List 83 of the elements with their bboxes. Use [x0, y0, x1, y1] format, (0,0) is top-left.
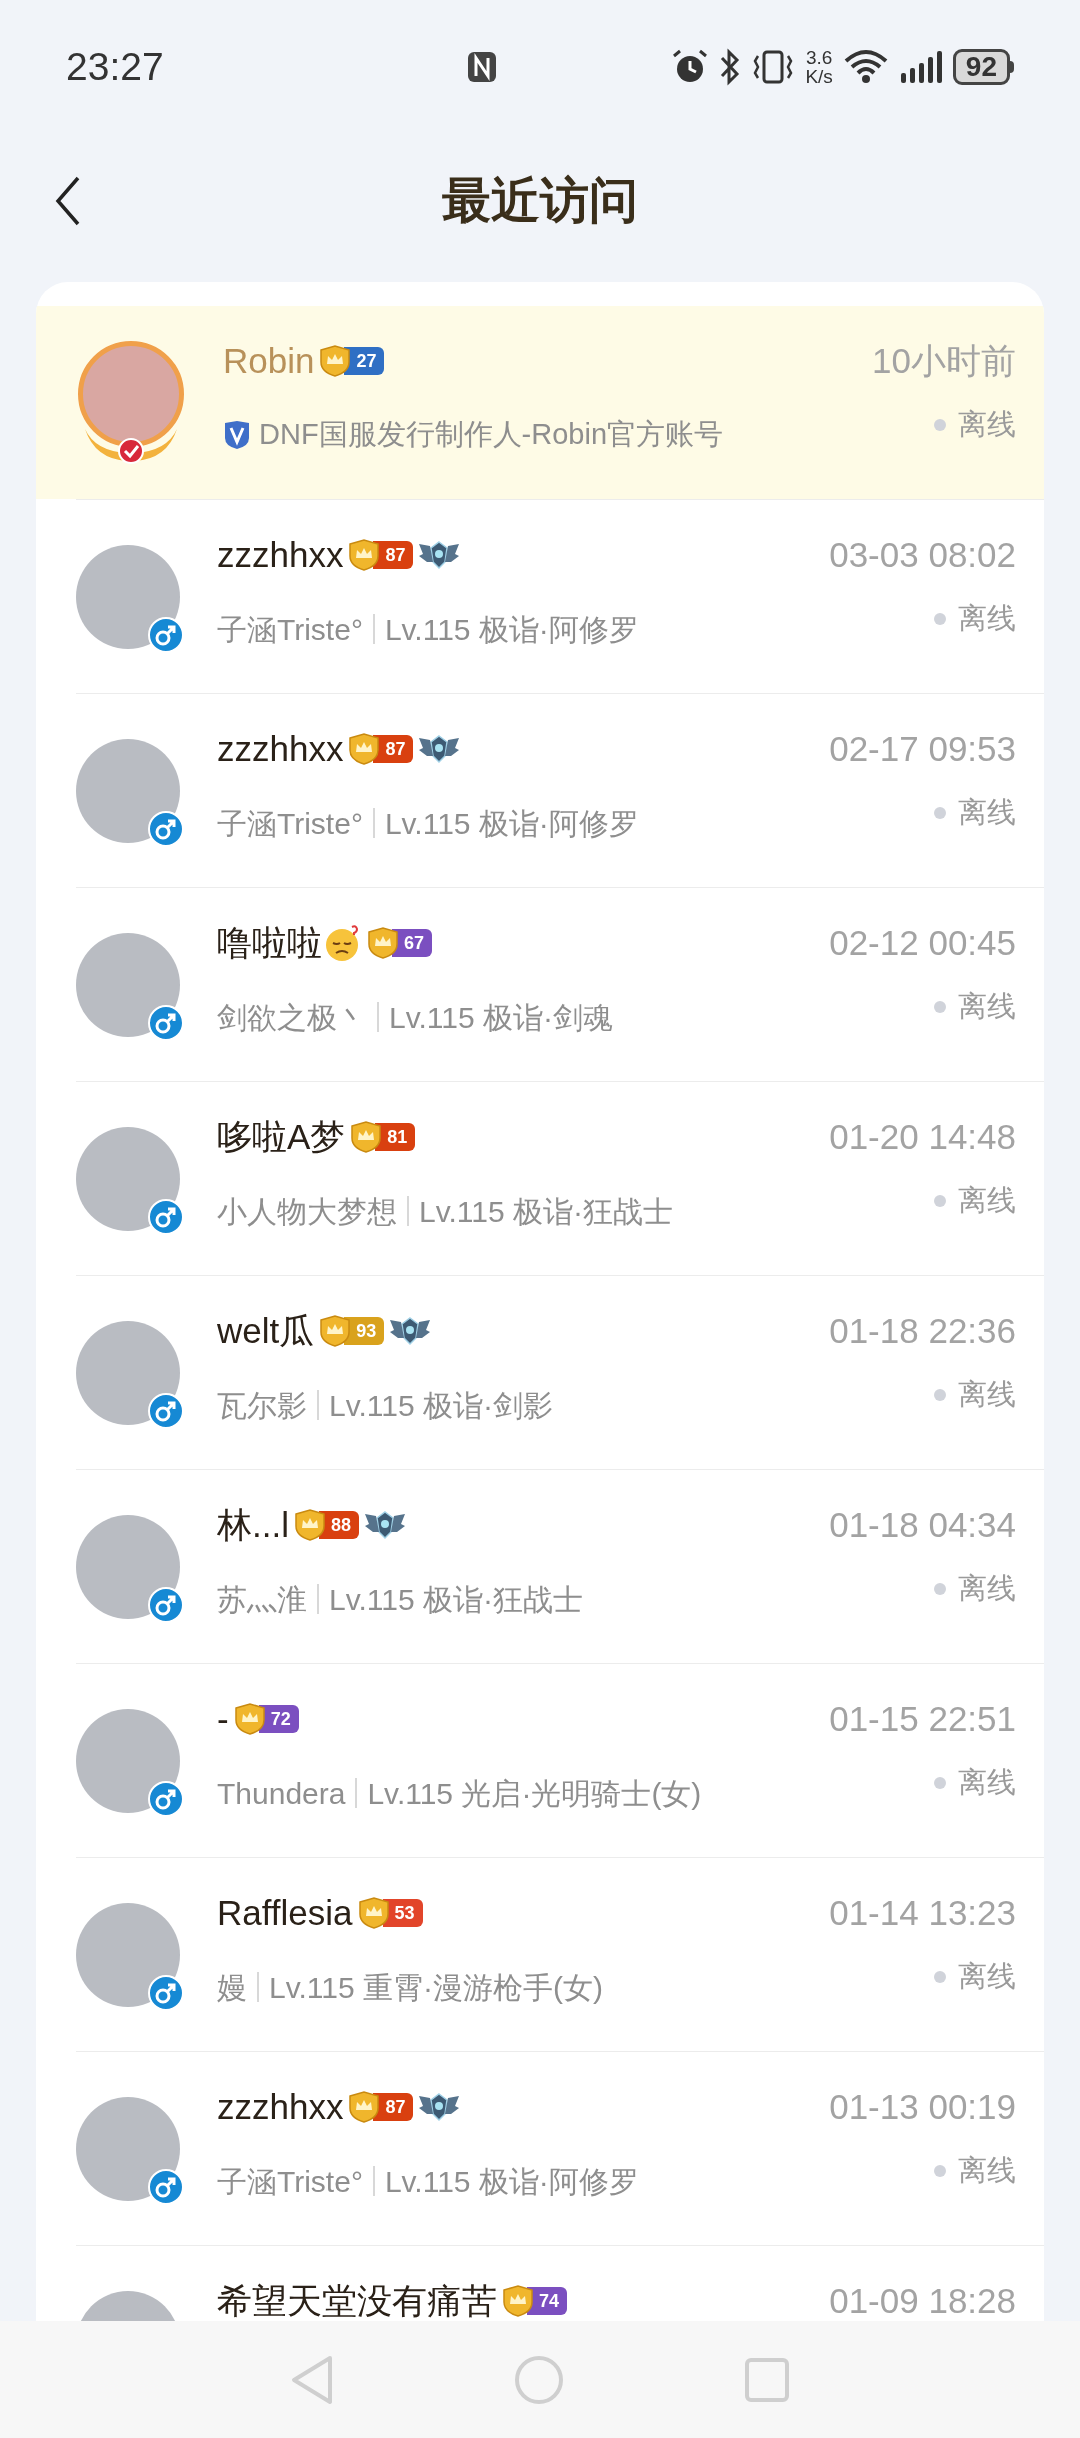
user-name: welt瓜	[217, 1309, 315, 1352]
character-class: Lv.115 极诣·阿修罗	[384, 611, 639, 648]
character-class: Lv.115 极诣·剑魂	[389, 999, 613, 1036]
speed-unit: K/s	[805, 67, 833, 86]
visitor-row[interactable]: zzzhhxx 87 子涵Triste° Lv.115 极诣·阿修罗 02-17 09:53 离线	[36, 694, 1044, 887]
visitor-row[interactable]: zzzhhxx 87 子涵Triste° Lv.115 极诣·阿修罗 01-13 00:19 离线	[36, 2052, 1044, 2245]
visitor-row[interactable]: welt瓜 93 瓦尔影 Lv.115 极诣·剑影 01-18 22:36 离线	[36, 1276, 1044, 1469]
visit-time: 01-20 14:48	[829, 1116, 1016, 1158]
status-label: 离线	[958, 1377, 1016, 1412]
visitor-row[interactable]: 噜啦啦 67 剑欲之极丶 Lv.115 极诣·剑魂 02-12 00:45 离线	[36, 888, 1044, 1081]
status-label: 离线	[958, 1183, 1016, 1218]
signal-icon	[898, 49, 943, 85]
visit-time: 01-13 00:19	[829, 2086, 1016, 2128]
character-nickname: 小人物大梦想	[217, 1193, 397, 1230]
clock: 23:27	[66, 43, 165, 90]
visitor-row[interactable]: 哆啦A梦 81 小人物大梦想 Lv.115 极诣·狂战士 01-20 14:48 离线	[36, 1082, 1044, 1275]
shield-icon	[501, 2284, 535, 2318]
user-name: 林...l	[217, 1503, 289, 1546]
visitor-row[interactable]: Rafflesia 53 嫚 Lv.115 重霄·漫游枪手(女) 01-14 13:23 离线	[36, 1858, 1044, 2051]
character-class: Lv.115 极诣·阿修罗	[384, 2163, 639, 2200]
shield-icon	[232, 1702, 267, 1736]
visit-time: 01-09 18:28	[829, 2280, 1016, 2321]
character-nickname: 子涵Triste°	[217, 805, 363, 842]
visit-time: 01-15 22:51	[829, 1698, 1016, 1740]
character-class: Lv.115 重霄·漫游枪手(女)	[269, 1969, 603, 2006]
character-nickname: 子涵Triste°	[217, 2163, 363, 2200]
visitor-row[interactable]: zzzhhxx 87 子涵Triste° Lv.115 极诣·阿修罗 03-03 08:02 离线	[36, 500, 1044, 693]
nfc-icon	[466, 50, 498, 84]
user-name: zzzhhxx	[217, 2085, 344, 2128]
visit-time: 01-14 13:23	[829, 1892, 1016, 1934]
character-nickname: 子涵Triste°	[217, 611, 363, 648]
shield-icon	[318, 1314, 353, 1348]
status-label: 离线	[958, 795, 1016, 830]
network-speed: 3.6	[805, 48, 833, 67]
user-name: 噜啦啦	[217, 921, 322, 964]
visit-time: 01-18 04:34	[829, 1504, 1016, 1546]
character-nickname: Thundera	[217, 1775, 346, 1812]
shield-icon	[347, 732, 382, 766]
shield-icon	[318, 344, 353, 378]
verified-shield-icon	[223, 420, 251, 450]
status-label: 离线	[958, 1571, 1016, 1606]
character-class: Lv.115 极诣·剑影	[329, 1387, 553, 1424]
shield-icon	[366, 926, 400, 960]
status-label: 离线	[958, 1959, 1016, 1994]
wifi-icon	[842, 49, 889, 85]
status-label: 离线	[958, 989, 1016, 1024]
status-label: 离线	[958, 407, 1016, 442]
character-class: Lv.115 极诣·狂战士	[419, 1193, 673, 1230]
account-description: DNF国服发行制作人-Robin官方账号	[259, 417, 724, 453]
shield-icon	[292, 1508, 327, 1542]
status-label: 离线	[958, 601, 1016, 636]
character-class: Lv.115 极诣·阿修罗	[384, 805, 639, 842]
back-icon[interactable]	[54, 175, 82, 227]
user-name: Robin	[223, 339, 315, 382]
status-label: 离线	[958, 2153, 1016, 2188]
bluetooth-icon	[719, 48, 742, 86]
user-name: zzzhhxx	[217, 533, 344, 576]
character-nickname: 瓦尔影	[217, 1387, 307, 1424]
visit-time: 10小时前	[872, 340, 1016, 382]
character-class: Lv.115 极诣·狂战士	[329, 1581, 583, 1618]
user-name: -	[217, 1697, 229, 1740]
visitor-row[interactable]: - 72 Thundera Lv.115 光启·光明骑士(女) 01-15 22:51 离线	[36, 1664, 1044, 1857]
visit-time: 02-12 00:45	[829, 922, 1016, 964]
highlighted-row[interactable]: Robin 27 DNF国服发行制作人-Robin官方账号 10小时前 离线	[36, 306, 1044, 499]
visit-time: 02-17 09:53	[829, 728, 1016, 770]
user-name: zzzhhxx	[217, 727, 344, 770]
visit-time: 01-18 22:36	[829, 1310, 1016, 1352]
shield-icon	[347, 538, 382, 572]
visit-time: 03-03 08:02	[829, 534, 1016, 576]
shield-icon	[347, 2090, 382, 2124]
user-name: 希望天堂没有痛苦	[217, 2279, 497, 2321]
shield-icon	[356, 1896, 391, 1930]
status-label: 离线	[958, 1765, 1016, 1800]
character-class: Lv.115 光启·光明骑士(女)	[367, 1775, 702, 1812]
user-name: Rafflesia	[217, 1891, 353, 1934]
character-nickname: 剑欲之极丶	[217, 999, 367, 1036]
character-nickname: 苏灬淮	[217, 1581, 307, 1618]
visitor-row[interactable]: 林...l 88 苏灬淮 Lv.115 极诣·狂战士 01-18 04:34 离线	[36, 1470, 1044, 1663]
character-nickname: 嫚	[217, 1969, 247, 2006]
shield-icon	[349, 1120, 384, 1154]
user-name: 哆啦A梦	[217, 1115, 346, 1158]
battery-indicator: 92	[952, 49, 1010, 85]
page-title: 最近访问	[442, 172, 638, 230]
